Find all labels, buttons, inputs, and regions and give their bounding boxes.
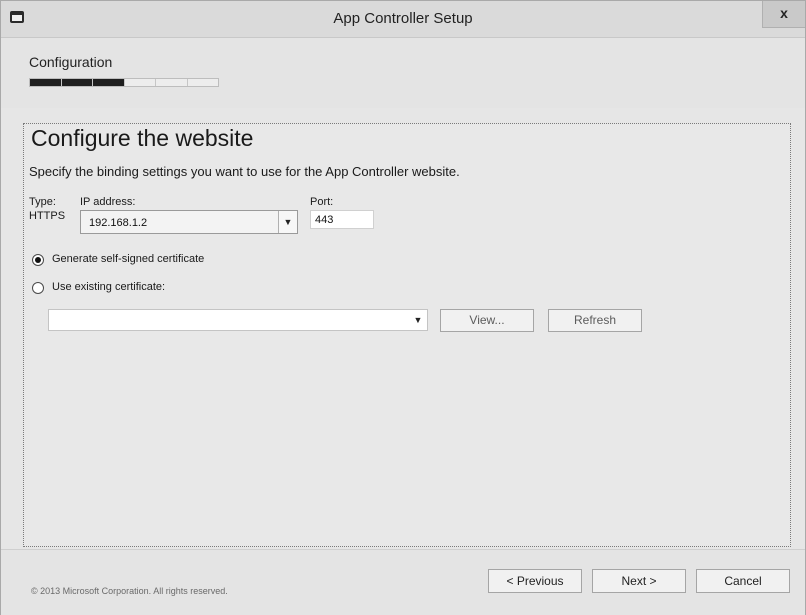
progress-segment bbox=[156, 79, 188, 86]
generate-certificate-label[interactable]: Generate self-signed certificate bbox=[52, 253, 204, 265]
view-button-label: View... bbox=[469, 313, 505, 327]
ip-address-value: 192.168.1.2 bbox=[89, 217, 148, 229]
refresh-button-label: Refresh bbox=[573, 313, 617, 327]
progress-segment bbox=[188, 79, 219, 86]
view-button[interactable]: View... bbox=[440, 309, 534, 332]
port-input[interactable]: 443 bbox=[310, 210, 374, 229]
cancel-button-label: Cancel bbox=[724, 574, 762, 588]
close-icon: x bbox=[780, 5, 788, 21]
chevron-down-icon[interactable]: ▼ bbox=[409, 310, 427, 330]
existing-certificate-label[interactable]: Use existing certificate: bbox=[52, 281, 165, 293]
content-panel: Configure the website Specify the bindin… bbox=[23, 123, 791, 547]
progress-segment bbox=[61, 79, 93, 86]
progress-segment bbox=[125, 79, 156, 86]
progress-bar bbox=[29, 78, 219, 87]
refresh-button[interactable]: Refresh bbox=[548, 309, 642, 332]
copyright-text: © 2013 Microsoft Corporation. All rights… bbox=[31, 586, 228, 596]
type-value: HTTPS bbox=[29, 210, 66, 222]
close-button[interactable]: x bbox=[762, 1, 805, 28]
window-title: App Controller Setup bbox=[333, 10, 473, 27]
page-description: Specify the binding settings you want to… bbox=[29, 164, 460, 179]
cancel-button[interactable]: Cancel bbox=[696, 569, 790, 593]
progress-segment bbox=[93, 79, 125, 86]
ip-address-label: IP address: bbox=[80, 196, 136, 208]
previous-button[interactable]: < Previous bbox=[488, 569, 582, 593]
title-bar: App Controller Setup x bbox=[1, 1, 805, 38]
chevron-down-icon[interactable]: ▼ bbox=[278, 211, 297, 233]
next-button-label: Next > bbox=[621, 574, 657, 588]
setup-window: App Controller Setup x Configuration Con… bbox=[0, 0, 806, 615]
progress-segment bbox=[30, 79, 62, 86]
ip-address-dropdown[interactable]: 192.168.1.2 ▼ bbox=[80, 210, 298, 234]
page-title: Configure the website bbox=[31, 125, 254, 151]
type-label: Type: bbox=[29, 196, 56, 208]
wizard-footer: © 2013 Microsoft Corporation. All rights… bbox=[1, 549, 805, 615]
next-button[interactable]: Next > bbox=[592, 569, 686, 593]
port-label: Port: bbox=[310, 196, 334, 208]
previous-button-label: < Previous bbox=[506, 574, 564, 588]
existing-certificate-radio[interactable] bbox=[32, 282, 44, 294]
certificate-dropdown[interactable]: ▼ bbox=[48, 309, 428, 331]
stage-label: Configuration bbox=[29, 54, 113, 70]
generate-certificate-radio[interactable] bbox=[32, 254, 44, 266]
wizard-header: Configuration bbox=[1, 38, 805, 108]
